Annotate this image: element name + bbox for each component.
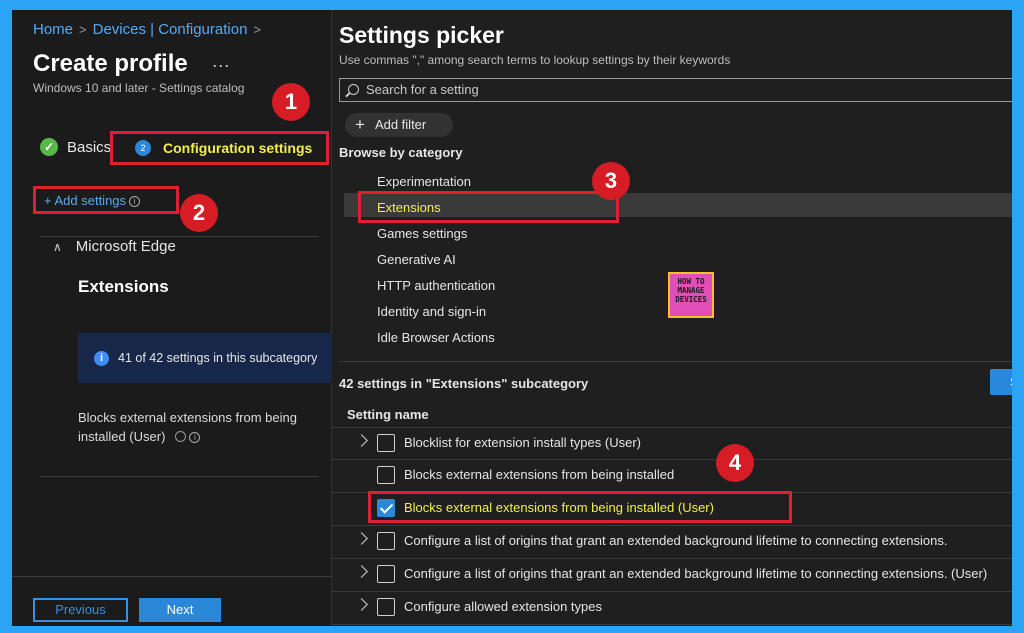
setting-label: Configure a list of origins that grant a…	[404, 533, 948, 548]
annotation-badge-3: 3	[592, 162, 630, 200]
microsoft-edge-group-header[interactable]: ∧ Microsoft Edge	[53, 238, 176, 255]
setting-label: Configure allowed extension types	[404, 599, 603, 614]
breadcrumb-home[interactable]: Home	[33, 21, 73, 38]
chevron-right-icon[interactable]	[355, 532, 368, 545]
checkbox[interactable]	[377, 598, 395, 616]
setting-row[interactable]: Configure a list of origins that grant a…	[332, 559, 1012, 592]
group-label: Microsoft Edge	[75, 238, 176, 255]
divider	[40, 476, 318, 477]
step-number-badge: 2	[135, 140, 151, 156]
app-frame: Home > Devices | Configuration > Create pro…	[12, 10, 1012, 626]
checkbox[interactable]	[377, 434, 395, 452]
checkbox[interactable]	[377, 466, 395, 484]
category-idle-browser-actions[interactable]: Idle Browser Actions	[377, 330, 495, 345]
category-http-authentication[interactable]: HTTP authentication	[377, 278, 495, 293]
setting-row[interactable]: Blocks external extensions from being in…	[332, 460, 1012, 493]
next-button[interactable]: Next	[139, 598, 221, 622]
user-scope-icon	[175, 431, 187, 442]
browse-by-category-heading: Browse by category	[339, 145, 463, 160]
breadcrumb: Home > Devices | Configuration >	[33, 21, 267, 38]
breadcrumb-devices-configuration[interactable]: Devices | Configuration	[93, 21, 248, 38]
wizard-step-basics[interactable]: ✓ Basics	[40, 136, 111, 158]
logo-line: MANAGE	[677, 286, 705, 295]
setting-row[interactable]: Blocklist for extension install types (U…	[332, 427, 1012, 460]
page-title-text: Create profile	[33, 50, 188, 77]
category-experimentation[interactable]: Experimentation	[377, 174, 471, 189]
category-identity-sign-in[interactable]: Identity and sign-in	[377, 304, 486, 319]
info-bar-text: 41 of 42 settings in this subcategory	[118, 351, 318, 365]
highlight-box-category	[358, 191, 619, 223]
checkmark-circle-icon: ✓	[40, 138, 58, 156]
chevron-right-icon[interactable]	[355, 565, 368, 578]
setting-label: Blocks external extensions from being in…	[404, 467, 675, 482]
add-filter-button[interactable]: + Add filter	[345, 113, 453, 137]
chevron-right-icon: >	[79, 22, 87, 37]
add-settings-label: + Add settings	[44, 193, 127, 208]
add-filter-label: Add filter	[374, 117, 427, 132]
logo-line: HOW TO	[677, 277, 705, 286]
page-subtitle: Windows 10 and later - Settings catalog	[33, 81, 245, 95]
subcategory-title: Extensions	[78, 277, 169, 296]
chevron-right-icon: >	[253, 22, 262, 37]
how-to-manage-devices-logo: HOW TO MANAGE DEVICES	[668, 272, 714, 318]
wizard-step-configuration-settings[interactable]: 2 Configuration settings	[110, 131, 329, 165]
checkbox[interactable]	[377, 565, 395, 583]
step-basics-label: Basics	[67, 138, 112, 156]
plus-icon: +	[355, 115, 365, 134]
divider	[339, 361, 1012, 362]
annotation-badge-2: 2	[180, 194, 218, 232]
chevron-right-icon[interactable]	[355, 434, 368, 447]
chevron-right-icon[interactable]	[355, 598, 368, 611]
category-generative-ai[interactable]: Generative AI	[377, 252, 456, 267]
more-options-icon[interactable]: ···	[212, 55, 230, 75]
search-placeholder: Search for a setting	[366, 82, 479, 97]
logo-line: DEVICES	[675, 295, 707, 304]
search-icon	[348, 84, 359, 95]
setting-row[interactable]: Configure a list of origins that grant a…	[332, 526, 1012, 559]
settings-count: 42 settings in "Extensions" subcategory	[339, 376, 589, 391]
divider	[40, 236, 318, 237]
settings-picker-panel: Settings picker Use commas "," among sea…	[332, 10, 1012, 626]
info-icon[interactable]: i	[189, 432, 201, 443]
settings-picker-title: Settings picker	[339, 22, 504, 48]
annotation-badge-4: 4	[716, 444, 754, 482]
footer-divider	[12, 576, 332, 577]
setting-row[interactable]: Configure allowed extension types	[332, 592, 1012, 625]
search-input[interactable]: Search for a setting	[339, 78, 1012, 102]
add-settings-link[interactable]: + Add settings i	[33, 186, 179, 214]
info-icon: i	[94, 350, 109, 366]
search-hint: Use commas "," among search terms to loo…	[339, 53, 731, 67]
column-header-setting-name[interactable]: Setting name	[347, 407, 429, 422]
selected-setting-label: Blocks external extensions from being in…	[78, 410, 297, 444]
page-title: Create profile ···	[33, 50, 230, 78]
selected-setting-item: Blocks external extensions from being in…	[78, 408, 318, 446]
select-all-button[interactable]: Se	[990, 369, 1012, 395]
previous-button[interactable]: Previous	[33, 598, 128, 622]
checkbox[interactable]	[377, 532, 395, 550]
step-configuration-label: Configuration settings	[163, 140, 313, 156]
setting-label: Blocklist for extension install types (U…	[404, 435, 641, 450]
annotation-badge-1: 1	[272, 83, 310, 121]
setting-label: Configure a list of origins that grant a…	[404, 566, 988, 581]
category-games-settings[interactable]: Games settings	[377, 226, 467, 241]
info-icon[interactable]: i	[129, 196, 141, 207]
subcategory-info-bar: i 41 of 42 settings in this subcategory	[78, 333, 332, 383]
highlight-box-setting	[368, 491, 792, 523]
chevron-up-icon: ∧	[53, 240, 62, 254]
